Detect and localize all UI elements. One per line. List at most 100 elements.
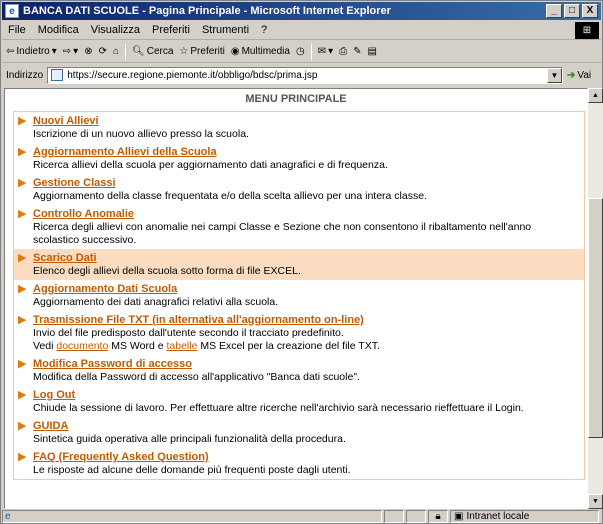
link-guida[interactable]: GUIDA (33, 420, 68, 432)
link-documento[interactable]: documento (56, 340, 108, 352)
arrow-icon: ▶ (18, 177, 27, 189)
menu-item-scarico-dati: ▶ Scarico Dati Elenco degli allievi della… (14, 249, 584, 280)
menu-item-log-out: ▶ Log Out Chiude la sessione di lavoro. P… (18, 389, 524, 414)
page-content: MENU PRINCIPALE ▶ Nuovi Allievi Iscrizion… (4, 88, 588, 509)
minimize-button[interactable]: _ (546, 4, 562, 18)
page-icon (51, 69, 64, 81)
address-bar: Indirizzo https://secure.regione.piemont… (2, 64, 601, 86)
ie-page-icon: e (5, 511, 11, 522)
back-button[interactable]: ⇦ Indietro ▾ (6, 46, 57, 57)
go-arrow-icon: ➔ (567, 69, 576, 81)
address-dropdown-icon[interactable]: ▼ (547, 67, 562, 83)
link-gestione-classi[interactable]: Gestione Classi (33, 177, 116, 189)
search-icon: 🔍︎ (132, 46, 145, 57)
back-arrow-icon: ⇦ (6, 46, 15, 57)
windows-logo-icon: ⊞ (575, 21, 599, 39)
menu-item-controllo-anomalie: ▶ Controllo Anomalie Ricerca degli alliev… (18, 208, 532, 246)
search-button[interactable]: 🔍︎ Cerca (132, 46, 173, 57)
toolbar-separator (310, 43, 312, 60)
arrow-icon: ▶ (18, 115, 27, 127)
mail-button[interactable]: ✉ ▾ (318, 46, 333, 57)
favorites-button[interactable]: ☆ Preferiti (179, 46, 224, 57)
arrow-icon: ▶ (18, 314, 27, 326)
intranet-icon: ▣ (454, 511, 464, 522)
arrow-icon: ▶ (18, 252, 27, 264)
browser-window: e BANCA DATI SCUOLE - Pagina Principale … (0, 0, 603, 524)
history-button[interactable]: ◷ (296, 46, 305, 57)
scroll-thumb[interactable] (588, 198, 603, 438)
scroll-up-icon[interactable]: ▲ (588, 88, 603, 103)
media-icon: ◉ (230, 46, 240, 57)
arrow-icon: ▶ (18, 283, 27, 295)
window-title: BANCA DATI SCUOLE - Pagina Principale - … (23, 5, 391, 17)
scroll-down-icon[interactable]: ▼ (588, 494, 603, 509)
menu-modifica[interactable]: Modifica (32, 24, 85, 36)
discuss-icon: ▤ (367, 46, 377, 57)
arrow-icon: ▶ (18, 389, 27, 401)
menu-item-guida: ▶ GUIDA Sintetica guida operativa alle pr… (18, 420, 346, 445)
menu-item-modifica-password: ▶ Modifica Password di accesso Modifica d… (18, 358, 360, 383)
menu-item-aggiornamento-dati-scuola: ▶ Aggiornamento Dati Scuola Aggiornamento… (18, 283, 279, 308)
status-cell (406, 510, 426, 523)
link-trasmissione-file[interactable]: Trasmissione File TXT (in alternativa al… (33, 314, 364, 326)
lock-icon: 🔒︎ (428, 510, 448, 523)
menu-bar: File Modifica Visualizza Preferiti Strum… (2, 21, 601, 40)
menu-item-nuovi-allievi: ▶ Nuovi Allievi Iscrizione di un nuovo al… (18, 115, 249, 140)
maximize-button[interactable]: □ (564, 4, 580, 18)
refresh-button[interactable]: ⟳ (99, 46, 107, 57)
link-faq[interactable]: FAQ (Frequently Asked Question) (33, 451, 209, 463)
arrow-icon: ▶ (18, 208, 27, 220)
forward-arrow-icon: ⇨ (62, 46, 72, 57)
print-icon: ⎙ (339, 46, 348, 57)
menu-item-gestione-classi: ▶ Gestione Classi Aggiornamento della cla… (18, 177, 427, 202)
stop-button[interactable]: ⊗ (84, 46, 92, 57)
menu-strumenti[interactable]: Strumenti (196, 24, 255, 36)
ie-icon: e (5, 4, 19, 18)
edit-button[interactable]: ✎ (353, 46, 361, 57)
status-cell (384, 510, 404, 523)
close-button[interactable]: X (582, 4, 598, 18)
star-icon: ☆ (179, 46, 189, 57)
home-icon: ⌂ (112, 46, 120, 57)
link-scarico-dati[interactable]: Scarico Dati (33, 252, 97, 264)
address-input[interactable]: https://secure.regione.piemonte.it/obbli… (47, 66, 563, 84)
menu-item-aggiornamento-allievi: ▶ Aggiornamento Allievi della Scuola Rice… (18, 146, 388, 171)
menu-help[interactable]: ? (255, 24, 273, 36)
status-message: e (2, 510, 382, 523)
main-menu: ▶ Nuovi Allievi Iscrizione di un nuovo al… (13, 111, 585, 480)
edit-icon: ✎ (353, 46, 362, 57)
page-title: MENU PRINCIPALE (245, 93, 347, 105)
arrow-icon: ▶ (18, 451, 27, 463)
link-controllo-anomalie[interactable]: Controllo Anomalie (33, 208, 134, 220)
security-zone: ▣ Intranet locale (450, 510, 599, 523)
menu-preferiti[interactable]: Preferiti (146, 24, 196, 36)
menu-item-trasmissione-file: ▶ Trasmissione File TXT (in alternativa … (14, 311, 584, 355)
forward-button[interactable]: ⇨ ▾ (63, 46, 78, 57)
window-controls: _ □ X (546, 4, 598, 18)
trasmissione-note: Vedi documento MS Word e tabelle MS Exce… (33, 340, 380, 352)
status-bar: e 🔒︎ ▣ Intranet locale (2, 509, 601, 524)
print-button[interactable]: ⎙ (339, 46, 347, 57)
link-aggiornamento-allievi[interactable]: Aggiornamento Allievi della Scuola (33, 146, 217, 158)
link-aggiornamento-dati-scuola[interactable]: Aggiornamento Dati Scuola (33, 283, 177, 295)
vertical-scrollbar[interactable]: ▲ ▼ (588, 88, 603, 509)
link-tabelle[interactable]: tabelle (166, 340, 197, 352)
discuss-button[interactable]: ▤ (367, 46, 376, 57)
address-label: Indirizzo (6, 69, 44, 81)
title-bar: e BANCA DATI SCUOLE - Pagina Principale … (2, 2, 601, 20)
stop-icon: ⊗ (84, 46, 93, 57)
link-log-out[interactable]: Log Out (33, 389, 75, 401)
link-nuovi-allievi[interactable]: Nuovi Allievi (33, 115, 99, 127)
history-icon: ◷ (295, 46, 305, 57)
address-url: https://secure.regione.piemonte.it/obbli… (67, 69, 318, 81)
toolbar: ⇦ Indietro ▾ ⇨ ▾ ⊗ ⟳ ⌂ 🔍︎ Cerca ☆ Preferiti ◉… (2, 41, 601, 63)
multimedia-button[interactable]: ◉ Multimedia (231, 46, 290, 57)
menu-visualizza[interactable]: Visualizza (85, 24, 146, 36)
home-button[interactable]: ⌂ (113, 46, 119, 57)
go-button[interactable]: ➔ Vai (567, 70, 601, 81)
menu-file[interactable]: File (2, 24, 32, 36)
toolbar-separator (125, 43, 127, 60)
arrow-icon: ▶ (18, 420, 27, 432)
arrow-icon: ▶ (18, 146, 27, 158)
link-modifica-password[interactable]: Modifica Password di accesso (33, 358, 192, 370)
